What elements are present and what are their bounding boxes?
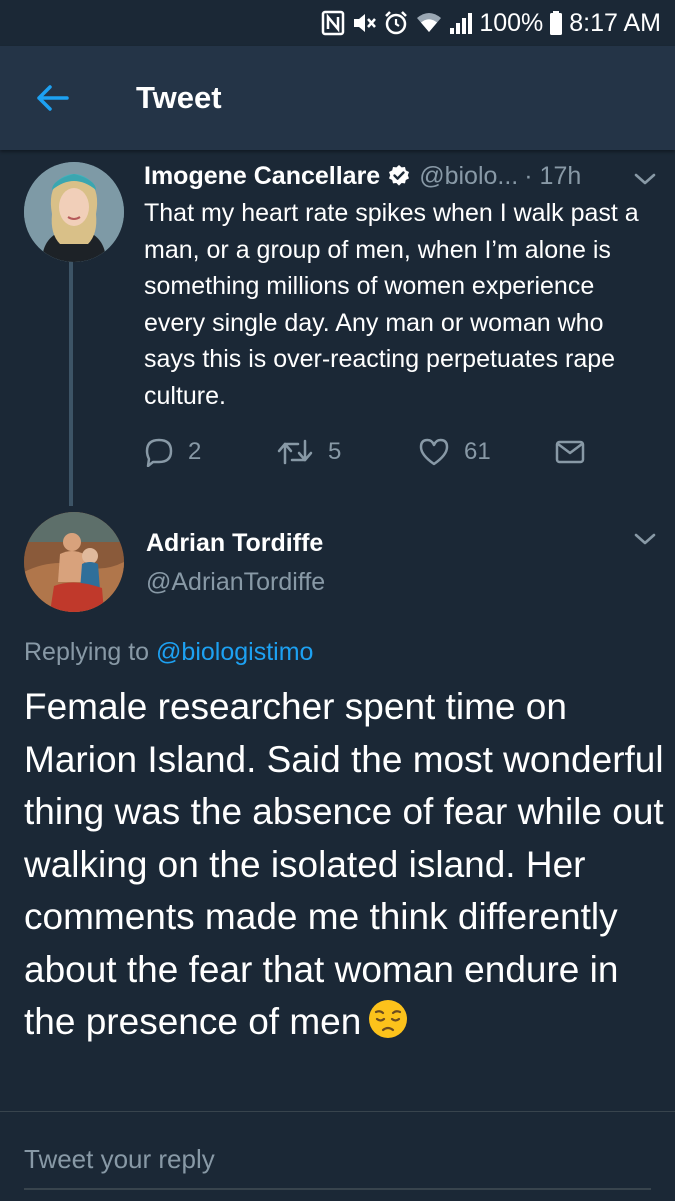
tweet-actions: 2 5 61 (144, 432, 604, 472)
replying-prefix: Replying to (24, 638, 150, 666)
replying-to-line: Replying to @biologistimo (24, 634, 313, 670)
pensive-face-icon (367, 998, 409, 1055)
reply-icon (145, 438, 173, 467)
envelope-icon (555, 440, 585, 464)
author-name[interactable]: Adrian Tordiffe (146, 526, 323, 560)
retweet-count: 5 (328, 438, 342, 465)
reply-composer: Tweet your reply (0, 1111, 675, 1201)
avatar-adrian[interactable] (24, 512, 124, 612)
page-title: Tweet (136, 80, 222, 115)
like-count: 61 (464, 438, 491, 465)
replying-to-link[interactable]: @biologistimo (156, 638, 313, 666)
parent-tweet-text: That my heart rate spikes when I walk pa… (144, 199, 639, 410)
main-tweet-text: Female researcher spent time on Marion I… (24, 681, 664, 1055)
reply-action[interactable]: 2 (144, 432, 201, 472)
alarm-icon (383, 10, 409, 36)
direct-message-action[interactable] (554, 432, 586, 472)
avatar-imogene[interactable] (24, 162, 124, 262)
thread-connector-line (69, 262, 73, 506)
chevron-down-icon (634, 173, 656, 185)
back-button[interactable] (22, 76, 82, 120)
back-arrow-icon (37, 85, 69, 111)
tweet-options-button[interactable] (630, 164, 660, 194)
reply-count: 2 (188, 438, 202, 465)
heart-icon (419, 438, 449, 466)
app-bar: Tweet (0, 46, 675, 150)
signal-icon (449, 10, 473, 36)
verified-badge-icon (387, 164, 411, 188)
parent-tweet-header: Imogene Cancellare @biolo... · 17h (144, 157, 654, 195)
wifi-icon (415, 10, 443, 36)
status-bar: 100% 8:17 AM (0, 0, 675, 46)
nfc-icon (321, 10, 345, 36)
retweet-action[interactable]: 5 (276, 432, 341, 472)
retweet-icon (277, 439, 313, 465)
author-handle[interactable]: @biolo... (419, 162, 518, 191)
author-name[interactable]: Imogene Cancellare (144, 162, 380, 191)
battery-icon (549, 10, 563, 36)
tweet-options-button[interactable] (630, 524, 660, 554)
chevron-down-icon (634, 533, 656, 545)
reply-input-underline (24, 1188, 651, 1190)
battery-percent: 100% (479, 8, 544, 37)
clock-time: 8:17 AM (569, 8, 661, 37)
like-action[interactable]: 61 (418, 432, 491, 472)
reply-input[interactable]: Tweet your reply (24, 1142, 215, 1176)
status-icons: 100% 8:17 AM (321, 6, 661, 40)
main-tweet-text-content: Female researcher spent time on Marion I… (24, 686, 664, 1042)
author-handle[interactable]: @AdrianTordiffe (146, 564, 325, 600)
mute-icon (351, 10, 377, 36)
tweet-timestamp: · 17h (524, 161, 582, 190)
